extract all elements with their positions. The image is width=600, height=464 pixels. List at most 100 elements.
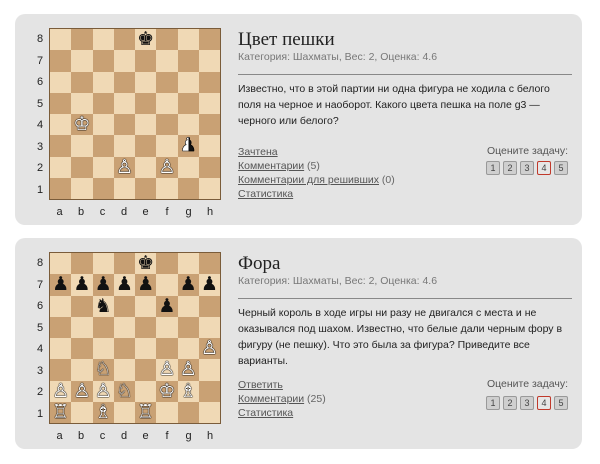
square-a1 xyxy=(50,177,72,199)
rating-button-3[interactable]: 3 xyxy=(520,396,534,410)
square-e4 xyxy=(135,338,157,360)
puzzle-title[interactable]: Фора xyxy=(238,253,280,275)
comments-count: (5) xyxy=(304,160,320,172)
file-label: a xyxy=(56,206,63,218)
square-h4: ♙ xyxy=(198,337,220,360)
rank-label: 3 xyxy=(36,364,44,377)
square-d2: ♘ xyxy=(113,380,135,402)
link-row: Ответить xyxy=(238,378,326,392)
puzzle-links: Зачтена Комментарии (5) Комментарии для … xyxy=(238,145,395,201)
chess-board: ♚ ♔ ♟ ♙ ♙ xyxy=(49,28,221,200)
square-f2: ♙ xyxy=(156,156,178,178)
square-e1: ♖ xyxy=(135,401,157,423)
square-g8 xyxy=(177,253,199,275)
chess-piece-icon: ♙ xyxy=(52,379,70,402)
link-row: Комментарии (5) xyxy=(238,159,395,173)
answer-link[interactable]: Ответить xyxy=(238,379,283,391)
chess-piece-icon: ♔ xyxy=(158,379,176,402)
chess-piece-icon: ♙ xyxy=(200,337,218,360)
divider xyxy=(238,74,572,75)
rating-button-1[interactable]: 1 xyxy=(486,396,500,410)
square-b1 xyxy=(71,401,93,423)
square-g3: ♟ xyxy=(177,134,199,157)
rating-button-2[interactable]: 2 xyxy=(503,396,517,410)
square-g1 xyxy=(177,401,199,423)
rating-button-3[interactable]: 3 xyxy=(520,161,534,175)
square-a6 xyxy=(50,71,72,93)
square-b1 xyxy=(71,177,93,199)
file-label: c xyxy=(99,206,106,218)
square-f5 xyxy=(156,316,178,338)
square-g5 xyxy=(177,316,199,338)
rank-label: 8 xyxy=(36,257,44,269)
square-g6 xyxy=(177,295,199,317)
file-label: e xyxy=(142,430,149,442)
chess-piece-icon: ♟ xyxy=(179,273,197,296)
square-f1 xyxy=(156,177,178,199)
square-b7: ♟ xyxy=(71,274,93,296)
square-e1 xyxy=(135,177,157,199)
square-a6 xyxy=(50,295,72,317)
board-area: ♚ ♟ ♟ ♟ ♟ ♟ ♟ ♟ ♞ ♟ ♙ ♘ ♙ ♙ ♙ ♙ ♙ ♘ ♔ ♗ ♖ ♗ ♖ 87654321 abcdefg… xyxy=(29,252,221,444)
square-h8 xyxy=(198,253,220,275)
chess-piece-icon: ♚ xyxy=(137,252,155,275)
solved-link[interactable]: Зачтена xyxy=(238,146,278,158)
puzzle-title[interactable]: Цвет пешки xyxy=(238,29,335,51)
chess-piece-icon: ♙ xyxy=(179,358,197,381)
square-f8 xyxy=(156,29,178,51)
square-c8 xyxy=(92,253,114,275)
rating-button-5[interactable]: 5 xyxy=(554,396,568,410)
square-c6: ♞ xyxy=(92,294,114,317)
chess-piece-icon: ♟ xyxy=(200,273,218,296)
square-a1: ♖ xyxy=(50,401,72,423)
square-d8 xyxy=(113,253,135,275)
chess-piece-icon: ♔ xyxy=(73,113,91,136)
chess-piece-icon: ♟ xyxy=(52,273,70,296)
square-f6: ♟ xyxy=(156,294,178,317)
chess-piece-icon: ♟ xyxy=(158,294,176,317)
rating-button-5[interactable]: 5 xyxy=(554,161,568,175)
link-row: Комментарии для решивших (0) xyxy=(238,173,395,187)
comments-count: (25) xyxy=(304,393,326,405)
rating-button-4[interactable]: 4 xyxy=(537,161,551,175)
chess-piece-icon: ♟ xyxy=(179,134,197,157)
file-label: b xyxy=(77,430,85,442)
square-c4 xyxy=(92,114,114,136)
chess-piece-icon: ♘ xyxy=(94,358,112,381)
square-a8 xyxy=(50,29,72,51)
rating-button-4[interactable]: 4 xyxy=(537,396,551,410)
square-f7 xyxy=(156,50,178,72)
square-c8 xyxy=(92,29,114,51)
solver-comments-link[interactable]: Комментарии для решивших xyxy=(238,174,379,186)
chess-piece-icon: ♟ xyxy=(115,273,133,296)
statistics-link[interactable]: Статистика xyxy=(238,407,293,419)
square-e2 xyxy=(135,156,157,178)
rank-label: 2 xyxy=(36,162,44,174)
square-g2 xyxy=(177,156,199,178)
file-label: g xyxy=(185,206,192,218)
statistics-link[interactable]: Статистика xyxy=(238,188,293,200)
rank-label: 6 xyxy=(36,300,44,312)
square-b6 xyxy=(71,295,93,317)
puzzle-description: Черный король в ходе игры ни разу не дви… xyxy=(238,307,563,367)
square-h3 xyxy=(198,359,220,381)
rank-label: 2 xyxy=(36,386,44,398)
square-e6 xyxy=(135,295,157,317)
rating-button-1[interactable]: 1 xyxy=(486,161,500,175)
square-b4: ♔ xyxy=(71,113,93,136)
square-c4 xyxy=(92,338,114,360)
square-g3: ♙ xyxy=(177,358,199,381)
comments-link[interactable]: Комментарии xyxy=(238,160,304,172)
square-e3 xyxy=(135,359,157,381)
chess-piece-icon: ♞ xyxy=(94,294,112,317)
square-h3 xyxy=(198,135,220,157)
comments-link[interactable]: Комментарии xyxy=(238,393,304,405)
square-g6 xyxy=(177,71,199,93)
rank-label: 6 xyxy=(36,76,44,88)
rank-label: 4 xyxy=(36,343,44,355)
square-a4 xyxy=(50,114,72,136)
chess-piece-icon: ♗ xyxy=(179,379,197,402)
rating-button-2[interactable]: 2 xyxy=(503,161,517,175)
square-g4 xyxy=(177,338,199,360)
file-label: h xyxy=(206,430,214,442)
